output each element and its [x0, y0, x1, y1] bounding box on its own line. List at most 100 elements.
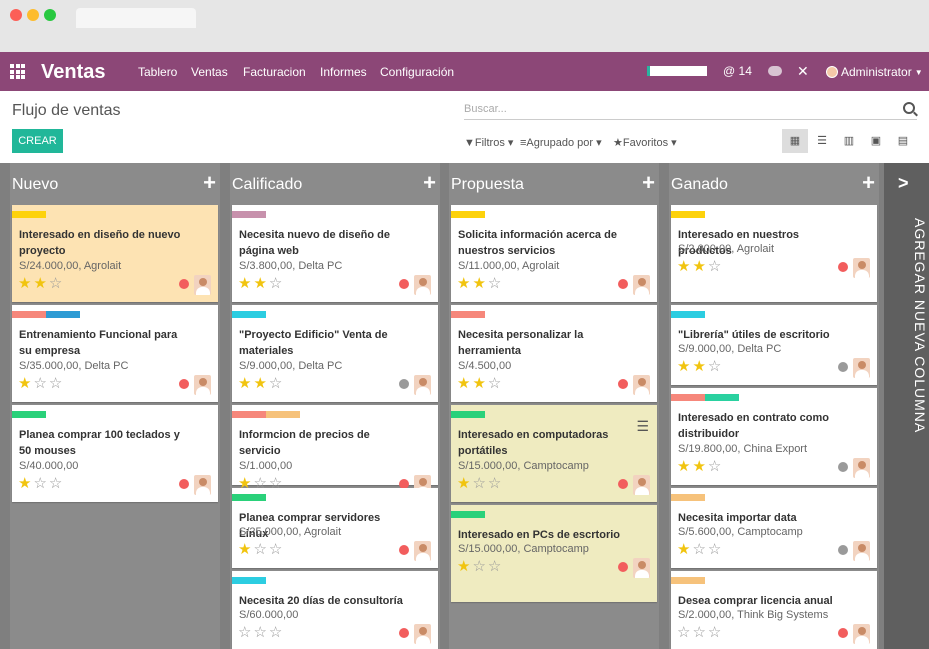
star-icon[interactable]: ★ [692, 358, 707, 375]
add-card-icon[interactable]: + [203, 172, 216, 194]
star-icon[interactable]: ☆ [269, 541, 284, 558]
star-icon[interactable]: ★ [18, 275, 33, 292]
menu-facturacion[interactable]: Facturacion [243, 65, 306, 79]
priority-stars[interactable]: ★★☆ [238, 276, 284, 292]
star-icon[interactable]: ☆ [708, 624, 723, 641]
star-icon[interactable]: ☆ [708, 541, 723, 558]
app-title[interactable]: Ventas [41, 61, 105, 84]
kanban-card[interactable]: Interesado en PCs de escrtorio S/15.000,0… [451, 505, 657, 602]
priority-stars[interactable]: ★★☆ [677, 259, 723, 275]
star-icon[interactable]: ★ [33, 275, 48, 292]
star-icon[interactable]: ☆ [692, 624, 707, 641]
star-icon[interactable]: ☆ [488, 475, 503, 492]
star-icon[interactable]: ☆ [33, 375, 48, 392]
kanban-card[interactable]: Interesado en contrato como distribuidor… [671, 388, 877, 485]
priority-stars[interactable]: ★★☆ [238, 376, 284, 392]
priority-stars[interactable]: ☆☆☆ [238, 625, 284, 641]
star-icon[interactable]: ★ [18, 475, 33, 492]
status-dot[interactable] [179, 479, 189, 489]
tag-color[interactable] [232, 311, 266, 318]
status-dot[interactable] [618, 279, 628, 289]
search-icon[interactable] [903, 102, 915, 114]
tag-color[interactable] [232, 211, 266, 218]
status-dot[interactable] [838, 462, 848, 472]
tag-color[interactable] [671, 577, 705, 584]
star-icon[interactable]: ★ [18, 375, 33, 392]
graph-view-icon[interactable]: ▥ [836, 129, 862, 153]
menu-configuracion[interactable]: Configuración [380, 65, 454, 79]
add-card-icon[interactable]: + [642, 172, 655, 194]
priority-stars[interactable]: ★☆☆ [238, 542, 284, 558]
kanban-card[interactable]: Necesita nuevo de diseño de página web S/… [232, 205, 438, 302]
star-icon[interactable]: ☆ [49, 375, 64, 392]
star-icon[interactable]: ★ [677, 458, 692, 475]
browser-tab[interactable] [76, 8, 196, 28]
close-window-dot[interactable] [10, 9, 22, 21]
status-dot[interactable] [179, 379, 189, 389]
star-icon[interactable]: ★ [253, 375, 268, 392]
star-icon[interactable]: ★ [253, 275, 268, 292]
menu-ventas[interactable]: Ventas [191, 65, 228, 79]
priority-stars[interactable]: ★☆☆ [457, 476, 503, 492]
star-icon[interactable]: ☆ [708, 458, 723, 475]
star-icon[interactable]: ★ [238, 541, 253, 558]
star-icon[interactable]: ★ [238, 275, 253, 292]
status-dot[interactable] [399, 628, 409, 638]
star-icon[interactable]: ☆ [253, 624, 268, 641]
add-card-icon[interactable]: + [423, 172, 436, 194]
star-icon[interactable]: ☆ [472, 558, 487, 575]
star-icon[interactable]: ★ [238, 375, 253, 392]
tag-color[interactable] [671, 211, 705, 218]
kanban-card[interactable]: Informcion de precios de servicio S/1.000… [232, 405, 438, 495]
star-icon[interactable]: ☆ [49, 275, 64, 292]
tag-color[interactable] [671, 394, 705, 401]
star-icon[interactable]: ☆ [33, 475, 48, 492]
star-icon[interactable]: ☆ [49, 475, 64, 492]
user-menu[interactable]: Administrator ▼ [826, 65, 923, 79]
star-icon[interactable]: ☆ [692, 541, 707, 558]
apps-grid-icon[interactable] [10, 64, 25, 79]
group-by-dropdown[interactable]: ≡Agrupado por ▾ [520, 136, 602, 149]
star-icon[interactable]: ★ [457, 275, 472, 292]
kanban-card[interactable]: Interesado en diseño de nuevo proyecto S/… [12, 205, 218, 302]
kanban-card[interactable]: ☰ Interesado en computadoras portátiles S/… [451, 405, 657, 502]
kanban-card[interactable]: Planea comprar 100 teclados y 50 mouses S… [12, 405, 218, 502]
star-icon[interactable]: ★ [472, 275, 487, 292]
kanban-card[interactable]: "Librería" útiles de escritorio S/9.000,0… [671, 305, 877, 385]
status-dot[interactable] [618, 562, 628, 572]
status-dot[interactable] [399, 379, 409, 389]
star-icon[interactable]: ☆ [269, 275, 284, 292]
star-icon[interactable]: ★ [677, 541, 692, 558]
card-menu-icon[interactable]: ☰ [636, 418, 649, 435]
tag-color[interactable] [12, 411, 46, 418]
status-dot[interactable] [838, 545, 848, 555]
star-icon[interactable]: ★ [457, 475, 472, 492]
star-icon[interactable]: ☆ [472, 475, 487, 492]
priority-stars[interactable]: ★★☆ [457, 276, 503, 292]
star-icon[interactable]: ☆ [488, 558, 503, 575]
kanban-card[interactable]: Entrenamiento Funcional para su empresa S… [12, 305, 218, 402]
tag-color[interactable] [451, 411, 485, 418]
status-dot[interactable] [618, 379, 628, 389]
maximize-window-dot[interactable] [44, 9, 56, 21]
search-input[interactable]: Buscar... [464, 100, 917, 120]
tag-color[interactable] [12, 311, 46, 318]
tag-color[interactable] [232, 494, 266, 501]
calendar-view-icon[interactable]: ▣ [863, 129, 889, 153]
chat-icon[interactable] [768, 66, 782, 76]
star-icon[interactable]: ☆ [488, 275, 503, 292]
minimize-window-dot[interactable] [27, 9, 39, 21]
tag-color[interactable] [451, 311, 485, 318]
star-icon[interactable]: ★ [692, 258, 707, 275]
star-icon[interactable]: ★ [457, 558, 472, 575]
star-icon[interactable]: ☆ [253, 541, 268, 558]
list-view-icon[interactable]: ☰ [809, 129, 835, 153]
pivot-view-icon[interactable]: ▤ [890, 129, 916, 153]
priority-stars[interactable]: ★☆☆ [677, 542, 723, 558]
add-card-icon[interactable]: + [862, 172, 875, 194]
kanban-card[interactable]: Desea comprar licencia anual S/2.000,00, … [671, 571, 877, 649]
tag-color[interactable] [451, 511, 485, 518]
tag-color[interactable] [232, 411, 266, 418]
kanban-card[interactable]: Necesita importar data S/5.600,00, Campto… [671, 488, 877, 568]
tag-color[interactable] [232, 577, 266, 584]
